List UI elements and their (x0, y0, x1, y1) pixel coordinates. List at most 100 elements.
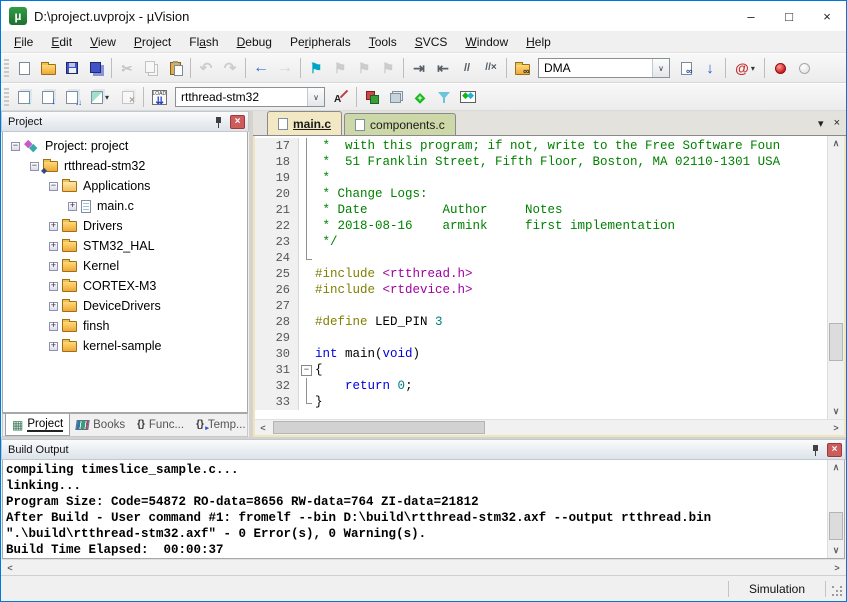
editor-vertical-scrollbar[interactable]: ∧∨ (827, 136, 844, 419)
insert-breakpoint-button[interactable] (768, 57, 792, 79)
tree-item-drivers[interactable]: +Drivers (3, 216, 247, 236)
tree-item-kernel-sample[interactable]: +kernel-sample (3, 336, 247, 356)
scroll-down-icon[interactable]: ∨ (828, 404, 844, 419)
menu-window[interactable]: Window (456, 33, 517, 51)
editor-horizontal-scrollbar[interactable]: <> (253, 419, 846, 435)
menu-view[interactable]: View (81, 33, 125, 51)
expander-expand-icon[interactable]: + (49, 322, 58, 331)
minimize-button[interactable]: – (732, 1, 770, 31)
navigate-back-button[interactable]: ← (249, 57, 273, 79)
panel-tab-temp[interactable]: {}Temp... (190, 414, 252, 436)
tree-item-cortex-m3[interactable]: +CORTEX-M3 (3, 276, 247, 296)
toggle-bookmark-button[interactable]: ⚑ (304, 57, 328, 79)
comment-button[interactable]: // (455, 57, 479, 79)
scroll-up-icon[interactable]: ∧ (828, 460, 844, 475)
prev-bookmark-button[interactable]: ⚑ (328, 57, 352, 79)
panel-tab-books[interactable]: Books (70, 414, 131, 436)
expander-expand-icon[interactable]: + (49, 262, 58, 271)
pin-icon[interactable] (214, 116, 224, 128)
outdent-button[interactable]: ⇤ (431, 57, 455, 79)
next-bookmark-button[interactable]: ⚑ (352, 57, 376, 79)
close-button[interactable]: × (808, 1, 846, 31)
options-for-target-button[interactable] (329, 86, 353, 108)
pack-installer-button[interactable] (456, 86, 480, 108)
undo-button[interactable]: ↶ (194, 57, 218, 79)
tree-item-rtthread-stm32[interactable]: −rtthread-stm32 (3, 156, 247, 176)
expander-expand-icon[interactable]: + (49, 222, 58, 231)
scroll-thumb[interactable] (273, 421, 485, 434)
scroll-track[interactable] (828, 475, 844, 543)
batch-build-button[interactable]: ▾ (84, 86, 116, 108)
menu-debug[interactable]: Debug (228, 33, 281, 51)
editor-tab-main-c[interactable]: main.c (267, 111, 342, 135)
close-document-button[interactable]: × (834, 117, 840, 129)
target-combobox[interactable]: rtthread-stm32∨ (175, 87, 325, 107)
build-output-vertical-scrollbar[interactable]: ∧∨ (827, 460, 844, 558)
menu-tools[interactable]: Tools (360, 33, 406, 51)
search-combobox[interactable]: DMA∨ (538, 58, 670, 78)
menu-svcs[interactable]: SVCS (406, 33, 457, 51)
toolbar-grip[interactable] (4, 59, 9, 77)
open-file-button[interactable] (36, 57, 60, 79)
scroll-thumb[interactable] (829, 323, 843, 361)
menu-flash[interactable]: Flash (180, 33, 227, 51)
paste-button[interactable] (163, 57, 187, 79)
menu-file[interactable]: File (5, 33, 42, 51)
scroll-track[interactable] (18, 560, 829, 575)
enable-breakpoint-button[interactable] (792, 57, 816, 79)
expander-expand-icon[interactable]: + (68, 202, 77, 211)
file-extensions-button[interactable] (384, 86, 408, 108)
stop-build-button[interactable] (116, 86, 140, 108)
scroll-right-icon[interactable]: > (828, 420, 844, 435)
indent-button[interactable]: ⇥ (407, 57, 431, 79)
scroll-down-icon[interactable]: ∨ (828, 543, 844, 558)
expander-expand-icon[interactable]: + (49, 282, 58, 291)
tree-item-devicedrivers[interactable]: +DeviceDrivers (3, 296, 247, 316)
panel-tab-project[interactable]: ▦Project (5, 414, 70, 436)
tree-item-finsh[interactable]: +finsh (3, 316, 247, 336)
uncomment-button[interactable]: //× (479, 57, 503, 79)
scroll-left-icon[interactable]: < (255, 420, 271, 435)
editor-tab-components-c[interactable]: components.c (344, 113, 456, 135)
new-file-button[interactable] (12, 57, 36, 79)
select-software-packs-button[interactable] (432, 86, 456, 108)
copy-button[interactable] (139, 57, 163, 79)
menu-help[interactable]: Help (517, 33, 560, 51)
build-output-horizontal-scrollbar[interactable]: <> (2, 559, 845, 575)
expander-collapse-icon[interactable]: − (49, 182, 58, 191)
build-output-close-button[interactable]: × (827, 443, 842, 457)
expander-collapse-icon[interactable]: − (30, 162, 39, 171)
navigate-forward-button[interactable]: → (273, 57, 297, 79)
menu-project[interactable]: Project (125, 33, 180, 51)
expander-expand-icon[interactable]: + (49, 242, 58, 251)
fold-marker-icon[interactable] (299, 362, 315, 378)
translate-button[interactable] (12, 86, 36, 108)
project-panel-close-button[interactable]: × (230, 115, 245, 129)
build-output-text[interactable]: compiling timeslice_sample.c...linking..… (3, 460, 827, 558)
scroll-up-icon[interactable]: ∧ (828, 136, 844, 151)
scroll-track[interactable] (828, 151, 844, 404)
rebuild-button[interactable] (60, 86, 84, 108)
menu-peripherals[interactable]: Peripherals (281, 33, 360, 51)
target-combobox-dropdown-icon[interactable]: ∨ (307, 88, 324, 106)
build-button[interactable] (36, 86, 60, 108)
code-editor[interactable]: 17 * with this program; if not, write to… (255, 136, 827, 419)
tree-item-main-c[interactable]: +main.c (3, 196, 247, 216)
manage-rte-button[interactable] (408, 86, 432, 108)
save-all-button[interactable] (84, 57, 108, 79)
expander-expand-icon[interactable]: + (49, 302, 58, 311)
menu-edit[interactable]: Edit (42, 33, 81, 51)
maximize-button[interactable]: □ (770, 1, 808, 31)
document-list-button[interactable]: ▾ (818, 117, 824, 130)
scroll-track[interactable] (271, 420, 828, 435)
manage-project-items-button[interactable] (360, 86, 384, 108)
resize-grip-icon[interactable] (832, 586, 844, 598)
expander-collapse-icon[interactable]: − (11, 142, 20, 151)
panel-tab-func[interactable]: {}Func... (131, 414, 190, 436)
pin-icon[interactable] (811, 444, 821, 456)
scroll-thumb[interactable] (829, 512, 843, 540)
scroll-right-icon[interactable]: > (829, 560, 845, 575)
redo-button[interactable]: ↷ (218, 57, 242, 79)
tree-item-stm32-hal[interactable]: +STM32_HAL (3, 236, 247, 256)
search-combobox-dropdown-icon[interactable]: ∨ (652, 59, 669, 77)
